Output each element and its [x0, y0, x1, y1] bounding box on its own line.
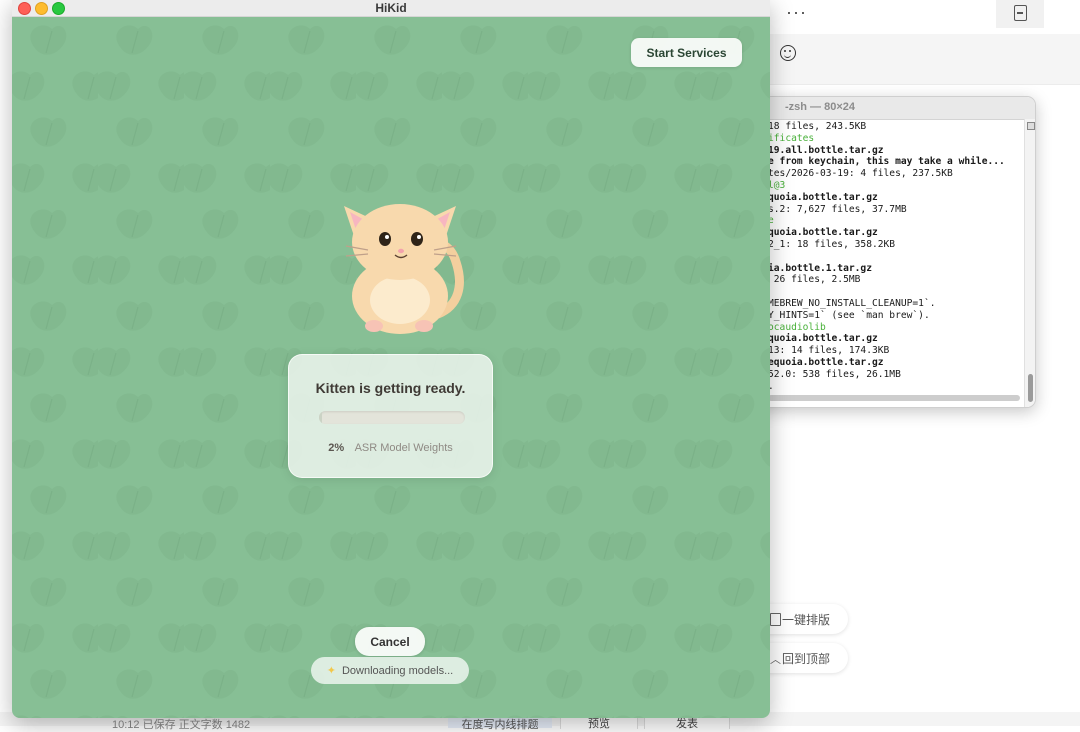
hikid-window: HiKid Start Services Kitten is getting r…: [12, 0, 770, 718]
progress-percent: 2%: [328, 442, 345, 454]
layout-icon: [770, 613, 781, 626]
terminal-line: Y_HINTS=1` (see `man brew`).: [768, 309, 930, 321]
terminal-line: 26 files, 2.5MB: [768, 274, 861, 286]
terminal-line: ocaudiolib: [768, 321, 826, 333]
back-to-top-label: 回到顶部: [782, 651, 831, 666]
terminal-titlebar[interactable]: -zsh — 80×24: [741, 97, 1035, 120]
document-icon[interactable]: [996, 0, 1044, 28]
terminal-scrollbar[interactable]: [1024, 119, 1035, 407]
scroll-button-icon[interactable]: [1027, 122, 1035, 130]
terminal-line: 13: 14 files, 174.3KB: [768, 345, 890, 357]
terminal-output[interactable]: 18 files, 243.5KB ificates 19.all.bottle.t…: [768, 121, 1020, 401]
window-titlebar[interactable]: HiKid: [12, 0, 770, 17]
terminal-title: -zsh — 80×24: [785, 101, 856, 113]
cancel-button[interactable]: Cancel: [355, 627, 425, 656]
one-click-layout-label: 一键排版: [782, 612, 831, 627]
terminal-line: MEBREW_NO_INSTALL_CLEANUP=1`.: [768, 297, 936, 309]
terminal-window[interactable]: -zsh — 80×24 18 files, 243.5KB ificates 19…: [740, 96, 1036, 408]
more-menu-button[interactable]: ···: [786, 2, 807, 23]
loading-status-card: Kitten is getting ready. 2% ASR Model We…: [288, 354, 493, 478]
terminal-line: s.2: 7,627 files, 37.7MB: [768, 203, 907, 215]
model-download-progress-bar: [319, 411, 465, 424]
terminal-line: e from keychain, this may take a while..…: [768, 156, 1005, 168]
chevron-up-icon: ︿: [770, 654, 781, 666]
terminal-line: ia.bottle.1.tar.gz: [768, 262, 872, 274]
download-status-pill: ✦ Downloading models...: [311, 657, 469, 684]
terminal-scroll-thumb[interactable]: [1028, 374, 1033, 402]
download-status-text: Downloading models...: [341, 664, 454, 677]
terminal-line: e: [768, 215, 774, 227]
terminal-line: 18 files, 243.5KB: [768, 121, 867, 132]
terminal-horizontal-scrollbar[interactable]: [768, 395, 1020, 401]
kitten-mascot-icon: [344, 204, 464, 334]
status-title: Kitten is getting ready.: [315, 380, 466, 396]
terminal-line: l@3: [768, 179, 786, 191]
terminal-line: ificates: [768, 132, 815, 144]
terminal-line: tes/2026-03-19: 4 files, 237.5KB: [768, 168, 953, 180]
progress-bar-fill: [319, 411, 322, 424]
terminal-line: 52.0: 538 files, 26.1MB: [768, 368, 901, 380]
sparkle-icon: ✦: [326, 665, 336, 677]
window-title: HiKid: [375, 1, 407, 15]
terminal-line: quoia.bottle.tar.gz: [768, 333, 878, 345]
terminal-line: equoia.bottle.tar.gz: [768, 356, 884, 368]
progress-detail: 2% ASR Model Weights: [289, 442, 492, 454]
terminal-line: 2_1: 18 files, 358.2KB: [768, 238, 896, 250]
save-status-text: 10:12 已保存 正文字数 1482: [112, 719, 251, 731]
editor-format-bar: [770, 34, 1080, 85]
emoji-icon[interactable]: [780, 45, 796, 61]
terminal-line: 19.all.bottle.tar.gz: [768, 144, 884, 156]
terminal-line: quoia.bottle.tar.gz: [768, 191, 878, 203]
progress-item-label: ASR Model Weights: [354, 442, 453, 454]
start-services-button[interactable]: Start Services: [631, 38, 742, 67]
terminal-line: .: [768, 380, 774, 392]
terminal-line: quoia.bottle.tar.gz: [768, 227, 878, 239]
